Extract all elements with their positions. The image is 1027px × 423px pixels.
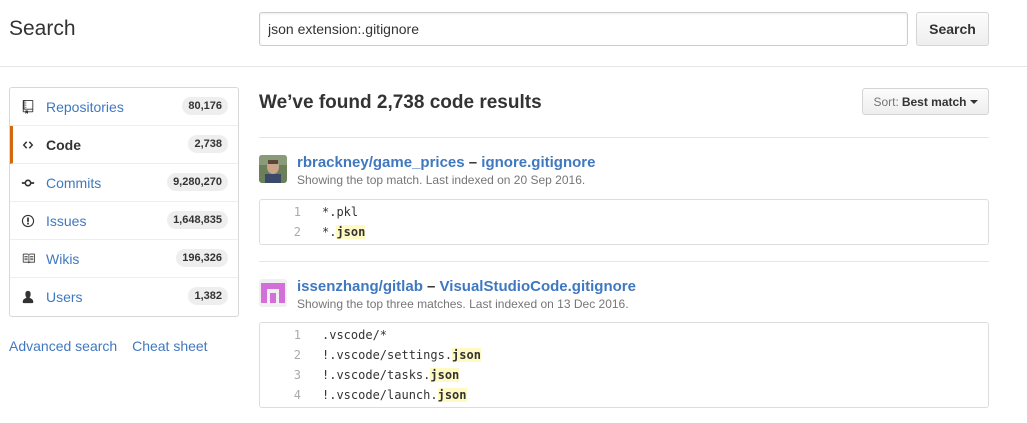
- code-line: 1 *.pkl: [260, 202, 988, 222]
- repo-link[interactable]: rbrackney/game_prices: [297, 154, 465, 171]
- page-title: Search: [9, 17, 76, 40]
- code-line: 2 *.json: [260, 222, 988, 242]
- avatar[interactable]: [259, 279, 287, 307]
- line-number: 2: [293, 225, 301, 239]
- line-number: 1: [293, 205, 301, 219]
- code-text: !.vscode/tasks.: [322, 368, 431, 382]
- avatar[interactable]: [259, 155, 287, 183]
- caret-down-icon: [969, 99, 978, 104]
- line-code: *.pkl: [301, 205, 358, 219]
- issue-icon: [20, 213, 36, 229]
- menu-label: Commits: [46, 174, 102, 191]
- title-separator: –: [427, 278, 436, 295]
- repo-icon: [20, 99, 36, 115]
- result-meta: Showing the top match. Last indexed on 2…: [297, 173, 586, 187]
- line-code: !.vscode/tasks.json: [301, 368, 460, 382]
- side-links: Advanced search Cheat sheet: [9, 338, 219, 354]
- code-text: .vscode/*: [322, 328, 388, 342]
- count-badge: 80,176: [182, 97, 228, 115]
- line-number: 3: [293, 368, 301, 382]
- line-number: 1: [293, 328, 301, 342]
- advanced-search-link[interactable]: Advanced search: [9, 338, 117, 354]
- count-badge: 196,326: [176, 249, 228, 267]
- repo-link[interactable]: issenzhang/gitlab: [297, 278, 423, 295]
- search-type-menu: Repositories 80,176 Code 2,738 Commits 9…: [9, 87, 239, 317]
- file-link[interactable]: VisualStudioCode.gitignore: [440, 278, 636, 295]
- line-number: 2: [293, 348, 301, 362]
- code-text: !.vscode/settings.: [322, 348, 453, 362]
- person-icon: [20, 289, 36, 305]
- count-badge: 9,280,270: [167, 173, 228, 191]
- match-highlight: json: [437, 388, 467, 402]
- divider: [259, 137, 989, 138]
- header: Search Search: [0, 0, 1027, 67]
- sort-value: Best match: [901, 94, 967, 109]
- count-badge: 1,648,835: [167, 211, 228, 229]
- sort-dropdown[interactable]: Sort: Best match: [862, 88, 989, 115]
- match-highlight: json: [430, 368, 460, 382]
- code-snippet: 1 *.pkl 2 *.json: [259, 199, 989, 245]
- title-separator: –: [468, 154, 478, 171]
- search-input[interactable]: [259, 12, 908, 46]
- menu-label: Issues: [46, 212, 87, 229]
- result-meta: Showing the top three matches. Last inde…: [297, 297, 629, 311]
- line-number: 4: [293, 388, 301, 402]
- book-icon: [20, 251, 36, 267]
- match-highlight: json: [336, 225, 366, 239]
- menu-item-repositories[interactable]: Repositories 80,176: [10, 88, 238, 126]
- code-text: *.pkl: [322, 205, 359, 219]
- search-button[interactable]: Search: [916, 12, 989, 46]
- menu-item-code[interactable]: Code 2,738: [10, 126, 238, 164]
- count-badge: 2,738: [188, 135, 228, 153]
- menu-item-commits[interactable]: Commits 9,280,270: [10, 164, 238, 202]
- menu-item-users[interactable]: Users 1,382: [10, 278, 238, 316]
- code-line: 1 .vscode/*: [260, 325, 988, 345]
- line-code: !.vscode/settings.json: [301, 348, 481, 362]
- code-line: 2 !.vscode/settings.json: [260, 345, 988, 365]
- result-title: issenzhang/gitlab – VisualStudioCode.git…: [297, 278, 636, 295]
- result-title: rbrackney/game_prices – ignore.gitignore: [297, 154, 595, 171]
- code-snippet: 1 .vscode/* 2 !.vscode/settings.json 3 !…: [259, 322, 989, 408]
- menu-label: Users: [46, 289, 83, 305]
- code-line: 4 !.vscode/launch.json: [260, 385, 988, 405]
- divider: [259, 261, 989, 262]
- file-link[interactable]: ignore.gitignore: [481, 154, 595, 171]
- line-code: .vscode/*: [301, 328, 387, 342]
- line-code: !.vscode/launch.json: [301, 388, 467, 402]
- cheat-sheet-link[interactable]: Cheat sheet: [132, 338, 208, 354]
- menu-label: Wikis: [46, 250, 80, 267]
- line-code: *.json: [301, 225, 366, 239]
- menu-label: Repositories: [46, 98, 124, 115]
- commit-icon: [20, 175, 36, 191]
- count-badge: 1,382: [188, 287, 228, 305]
- code-text: *.: [322, 225, 337, 239]
- code-line: 3 !.vscode/tasks.json: [260, 365, 988, 385]
- match-highlight: json: [452, 348, 481, 362]
- menu-item-issues[interactable]: Issues 1,648,835: [10, 202, 238, 240]
- menu-label: Code: [46, 136, 81, 153]
- menu-item-wikis[interactable]: Wikis 196,326: [10, 240, 238, 278]
- sort-prefix: Sort:: [873, 94, 899, 109]
- code-text: !.vscode/launch.: [322, 388, 438, 402]
- results-title: We’ve found 2,738 code results: [259, 92, 542, 113]
- code-icon: [20, 137, 36, 153]
